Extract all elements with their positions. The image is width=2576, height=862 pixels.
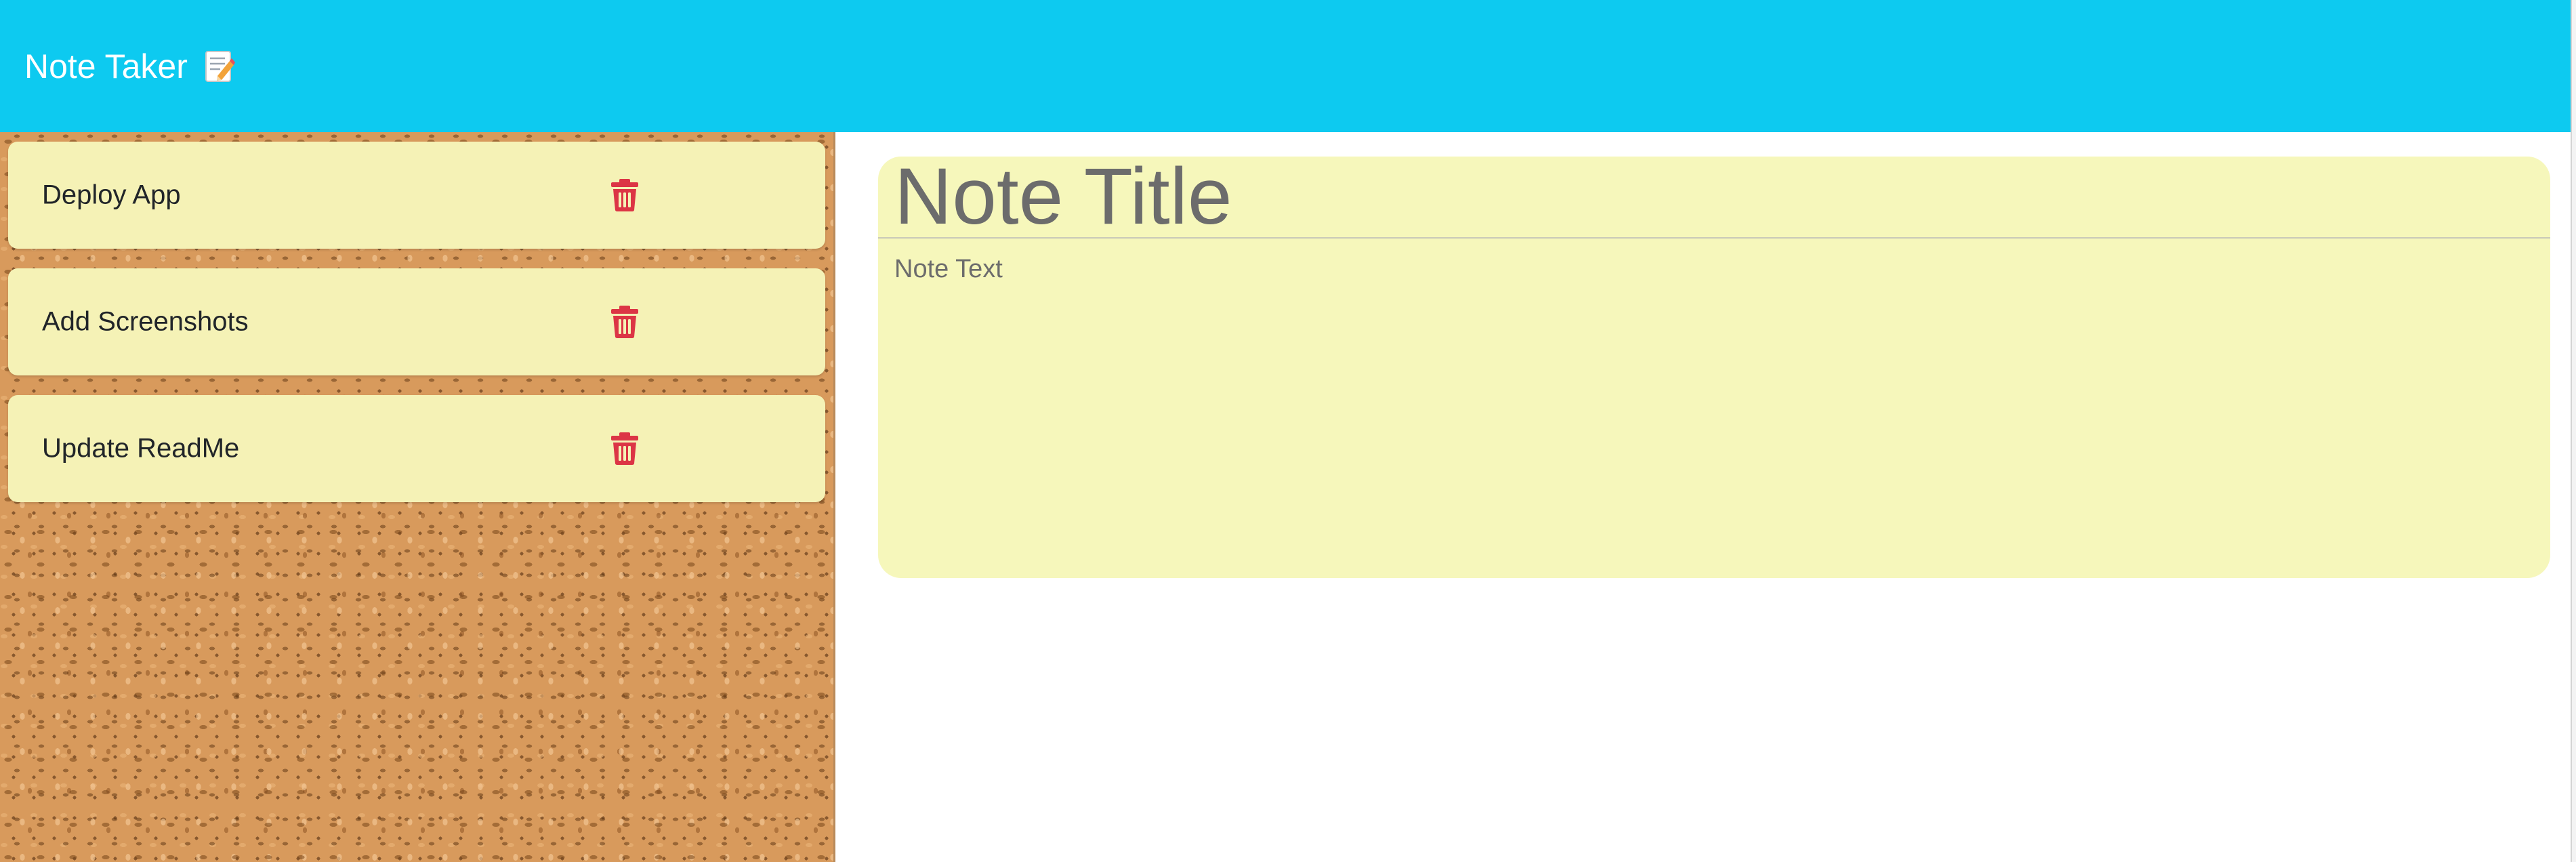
note-item-title: Update ReadMe xyxy=(42,433,240,464)
app-window: Note Taker Deploy App Add Screenshots Up… xyxy=(0,0,2576,862)
note-item-update-readme[interactable]: Update ReadMe xyxy=(8,395,825,502)
brand-title: Note Taker xyxy=(24,47,188,85)
note-item-deploy-app[interactable]: Deploy App xyxy=(8,142,825,249)
trash-icon[interactable] xyxy=(610,178,640,212)
trash-icon[interactable] xyxy=(610,305,640,339)
window-scroll-edge xyxy=(2571,0,2576,862)
note-title-input[interactable] xyxy=(878,157,2550,239)
note-editor xyxy=(878,157,2550,578)
trash-icon[interactable] xyxy=(610,432,640,466)
memo-icon xyxy=(204,49,235,84)
notes-sidebar: Deploy App Add Screenshots Update ReadMe xyxy=(0,132,835,862)
brand-link[interactable]: Note Taker xyxy=(24,47,235,86)
note-item-title: Add Screenshots xyxy=(42,306,249,337)
note-item-title: Deploy App xyxy=(42,180,181,210)
note-item-add-screenshots[interactable]: Add Screenshots xyxy=(8,268,825,375)
navbar: Note Taker xyxy=(0,0,2571,132)
note-text-area[interactable] xyxy=(878,240,2550,578)
